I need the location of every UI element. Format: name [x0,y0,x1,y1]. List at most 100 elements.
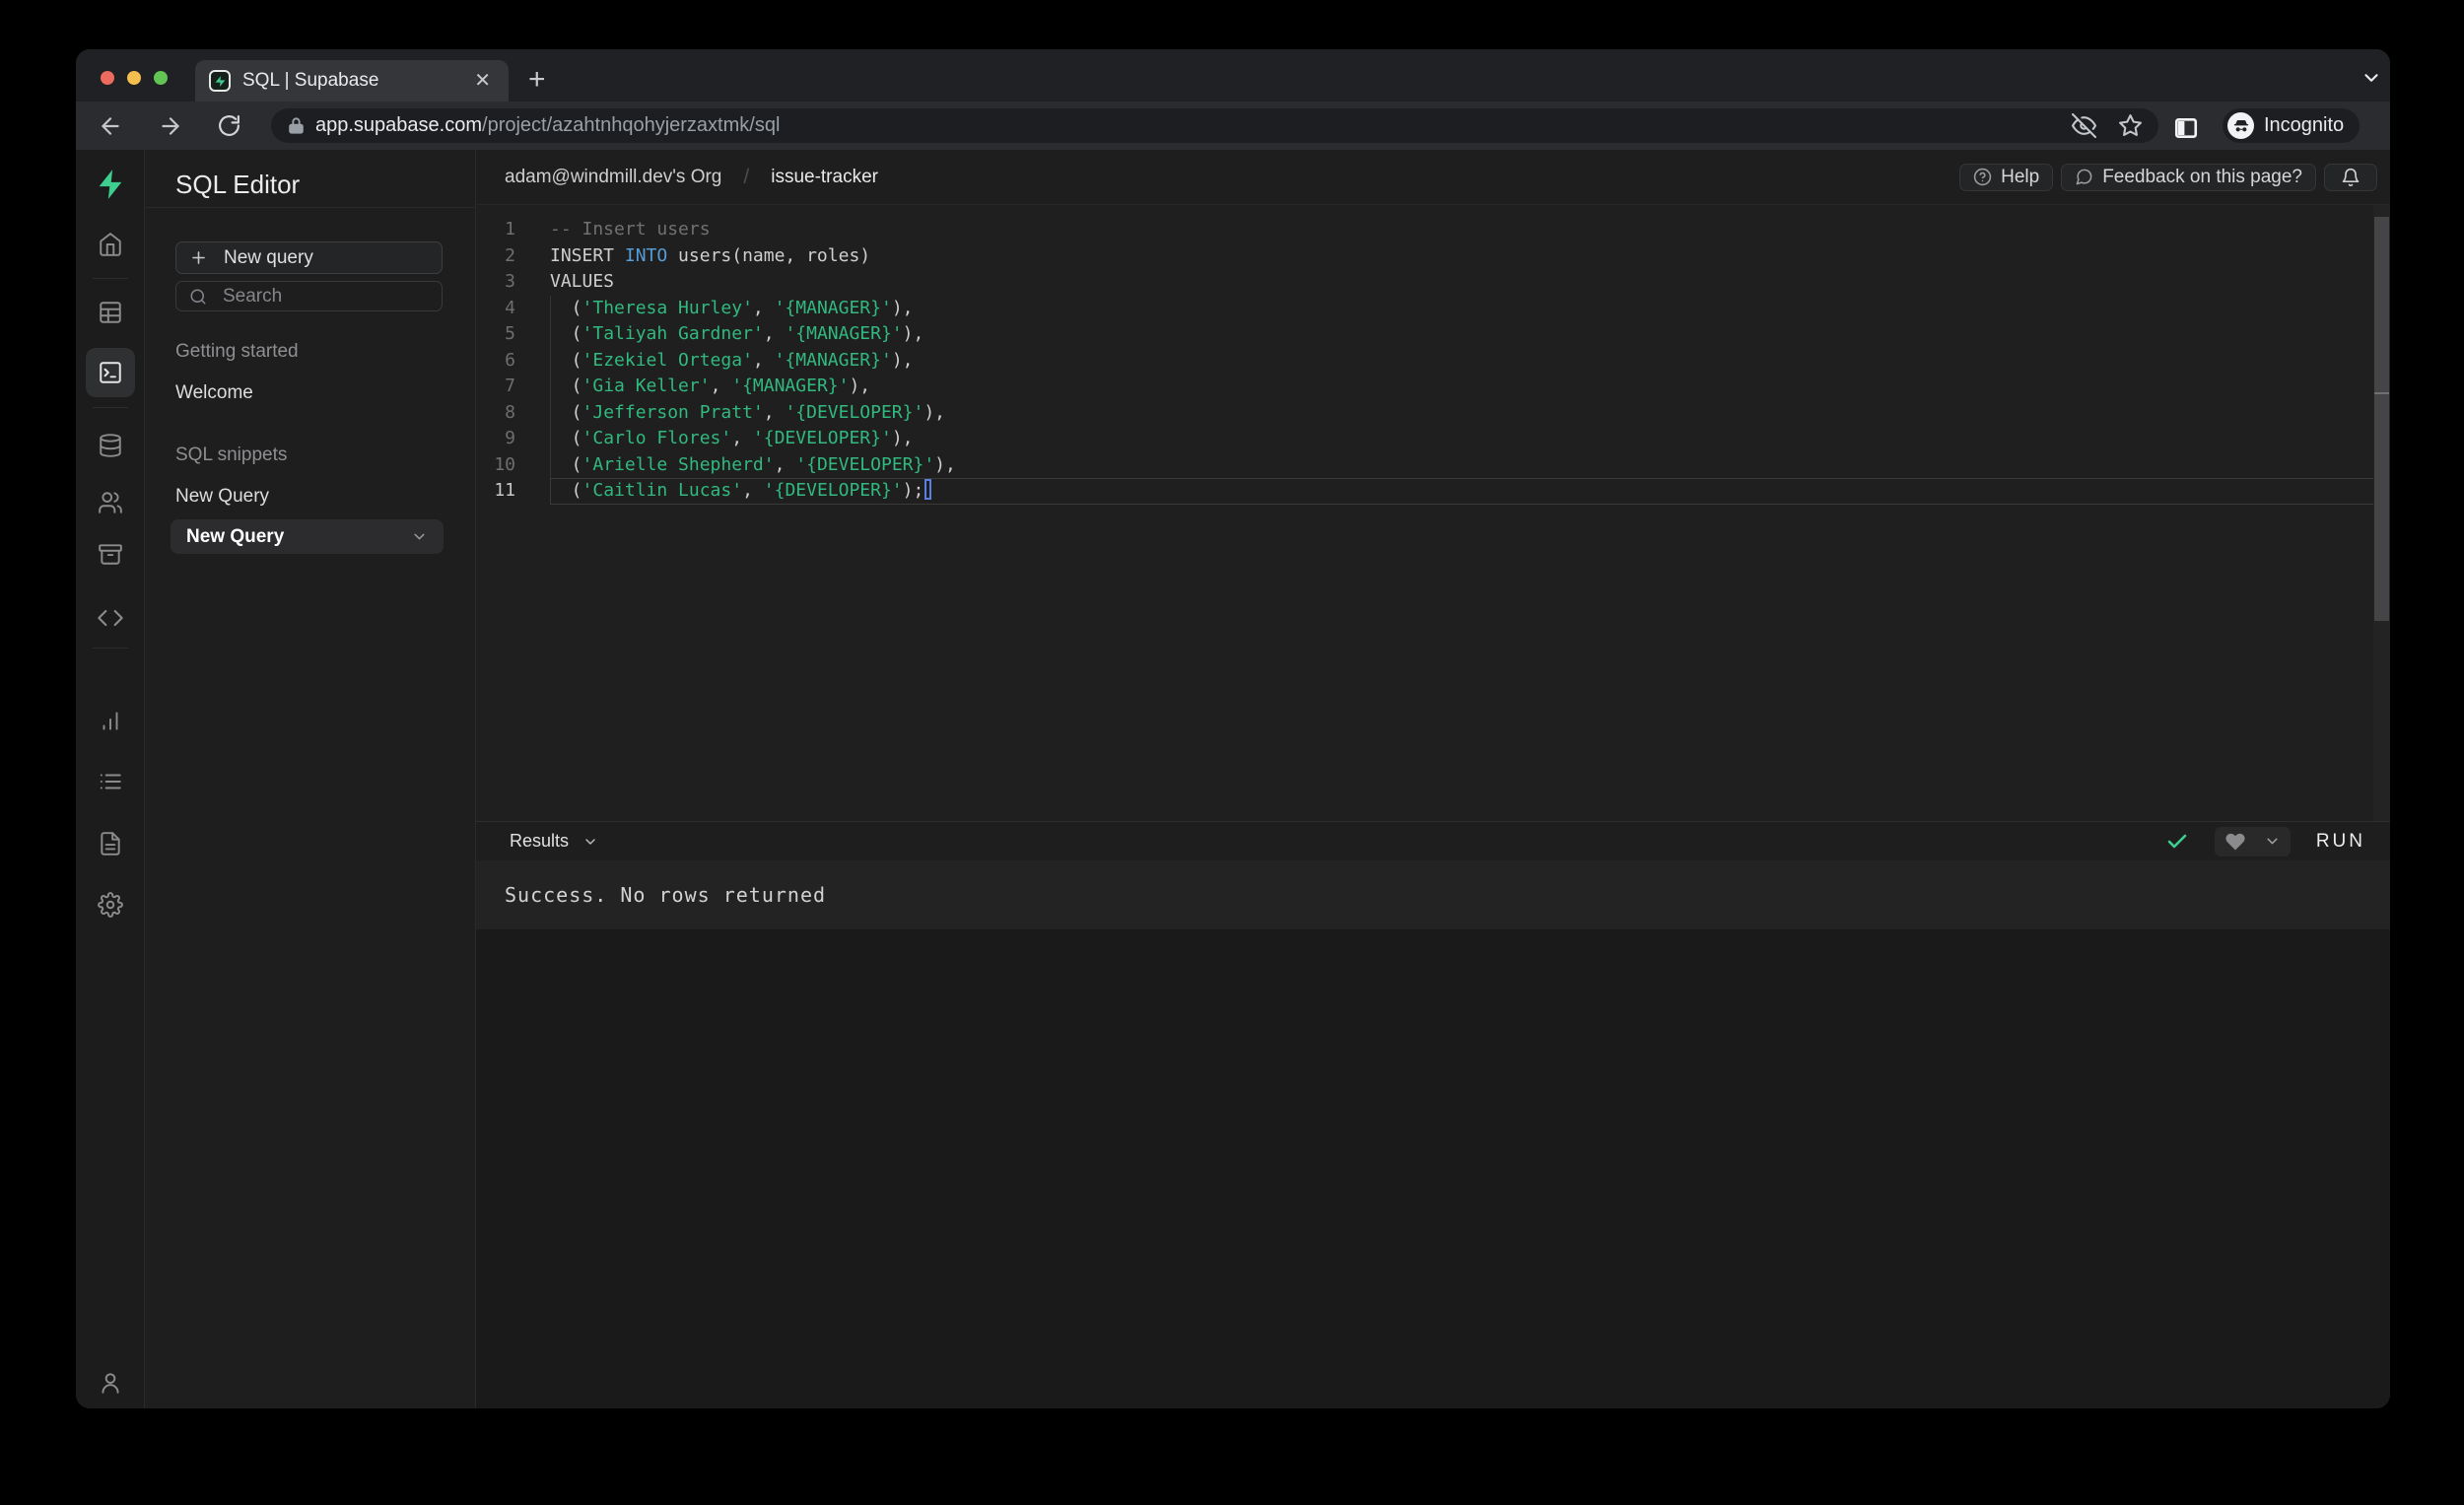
url-text: app.supabase.com/project/azahtnhqohyjerz… [315,114,781,136]
close-window-button[interactable] [101,71,114,85]
incognito-label: Incognito [2264,114,2345,136]
sql-editor-rail-selected[interactable] [86,348,135,397]
new-tab-icon[interactable]: + [528,65,546,95]
incognito-badge: Incognito [2223,108,2361,143]
code-line[interactable]: ('Jefferson Pratt', '{DEVELOPER}'), [550,400,2390,427]
logs-icon[interactable] [98,769,123,794]
sidebar-item-new-query[interactable]: New Query [175,486,269,508]
line-number: 9 [505,428,515,448]
search-icon [190,289,206,304]
browser-toolbar: app.supabase.com/project/azahtnhqohyjerz… [76,102,2390,150]
code-line[interactable]: ('Taliyah Gardner', '{MANAGER}'), [550,321,2390,348]
tab-strip: SQL | Supabase ✕ + [76,49,2390,102]
feedback-button[interactable]: Feedback on this page? [2061,163,2316,191]
results-dropdown[interactable]: Results [510,831,598,852]
line-number: 10 [494,453,515,475]
breadcrumb-project[interactable]: issue-tracker [771,167,878,188]
search-placeholder: Search [223,285,283,307]
heart-icon[interactable] [2224,831,2246,853]
settings-gear-icon[interactable] [97,892,123,918]
chevron-down-icon[interactable] [411,528,428,545]
zoom-window-button[interactable] [154,71,168,85]
docs-icon[interactable] [98,831,123,856]
help-button[interactable]: Help [1959,163,2054,191]
star-icon[interactable] [2118,113,2143,138]
rail-divider [93,278,128,279]
breadcrumb-org[interactable]: adam@windmill.dev's Org [505,167,721,188]
tab-close-icon[interactable]: ✕ [470,69,495,93]
line-number: 2 [505,244,515,266]
functions-code-icon[interactable] [97,604,124,632]
main-area: adam@windmill.dev's Org / issue-tracker … [476,150,2390,1408]
sql-code-editor[interactable]: 1 2 3 4 5 6 7 8 9 10 11 -- Insert users INSERT INTO… [476,205,2390,821]
search-input[interactable]: Search [175,281,443,311]
sql-editor-sidebar: SQL Editor New query Search Getting star… [145,150,476,1408]
notifications-button[interactable] [2324,163,2377,191]
incognito-icon [2227,112,2254,139]
new-query-button[interactable]: New query [175,241,443,274]
database-icon[interactable] [98,433,123,458]
tab-title: SQL | Supabase [242,70,379,91]
plus-icon [192,251,205,264]
minimize-window-button[interactable] [127,71,141,85]
nav-rail [76,150,145,1408]
kebab-menu-icon[interactable] [2381,117,2390,141]
code-line[interactable]: -- Insert users [550,217,2390,243]
code-line[interactable]: ('Arielle Shepherd', '{DEVELOPER}'), [550,452,2390,479]
storage-icon[interactable] [98,541,123,567]
window-controls [101,71,168,85]
side-panel-icon[interactable] [2173,115,2199,141]
rail-divider [93,648,128,649]
reports-icon[interactable] [98,708,123,733]
sidebar-item-new-query-selected[interactable]: New Query [171,519,444,554]
line-number: 11 [494,480,515,501]
chevron-down-icon[interactable] [2264,833,2281,850]
results-toolbar: Results RUN [476,821,2390,860]
supabase-favicon-icon [209,70,231,92]
browser-tab[interactable]: SQL | Supabase ✕ [195,60,509,102]
lock-icon [289,117,304,134]
back-icon[interactable] [98,113,123,139]
bell-icon [2342,168,2360,186]
forward-icon[interactable] [158,113,183,139]
browser-window: SQL | Supabase ✕ + app.supabase.com/proj… [76,49,2390,1408]
sidebar-item-welcome[interactable]: Welcome [175,382,253,404]
breadcrumb: adam@windmill.dev's Org / issue-tracker [505,166,878,189]
reload-icon[interactable] [217,113,241,138]
check-icon [2167,834,2187,848]
code-line[interactable]: VALUES [550,269,2390,296]
table-editor-icon[interactable] [98,300,123,325]
main-header: adam@windmill.dev's Org / issue-tracker … [476,150,2390,205]
address-bar[interactable]: app.supabase.com/project/azahtnhqohyjerz… [271,108,2158,143]
code-line[interactable]: ('Ezekiel Ortega', '{MANAGER}'), [550,348,2390,375]
favorite-group [2214,826,2291,856]
feedback-bubble-icon [2076,169,2092,185]
section-label-sql-snippets: SQL snippets [175,445,288,465]
code-line[interactable]: ('Theresa Hurley', '{MANAGER}'), [550,296,2390,322]
chevron-down-icon [585,838,595,845]
code-line[interactable]: ('Carlo Flores', '{DEVELOPER}'), [550,426,2390,452]
editor-scrollbar-thumb[interactable] [2374,217,2389,621]
editor-scrollbar[interactable] [2373,205,2390,821]
code-line[interactable]: ('Gia Keller', '{MANAGER}'), [550,374,2390,400]
rail-divider [93,407,128,408]
breadcrumb-separator: / [743,165,750,188]
home-icon[interactable] [98,232,123,257]
run-button[interactable]: RUN [2316,831,2365,853]
line-number: 3 [505,271,515,292]
section-label-getting-started: Getting started [175,341,299,362]
eye-off-icon[interactable] [2072,113,2096,138]
account-user-icon[interactable] [98,1370,123,1396]
auth-users-icon[interactable] [98,490,123,515]
code-lines[interactable]: -- Insert users INSERT INTO users(name, r… [550,217,2390,505]
code-line[interactable]: INSERT INTO users(name, roles) [550,243,2390,270]
code-line[interactable]: ('Caitlin Lucas', '{DEVELOPER}'); [550,478,2390,505]
line-number: 7 [505,376,515,396]
line-number: 6 [505,349,515,371]
line-number: 4 [505,297,515,318]
text-cursor [924,479,932,500]
tab-search-chevron-icon[interactable] [2361,67,2382,89]
supabase-logo[interactable] [94,168,127,201]
gutter: 1 2 3 4 5 6 7 8 9 10 11 [476,217,532,505]
line-number: 5 [505,323,515,344]
